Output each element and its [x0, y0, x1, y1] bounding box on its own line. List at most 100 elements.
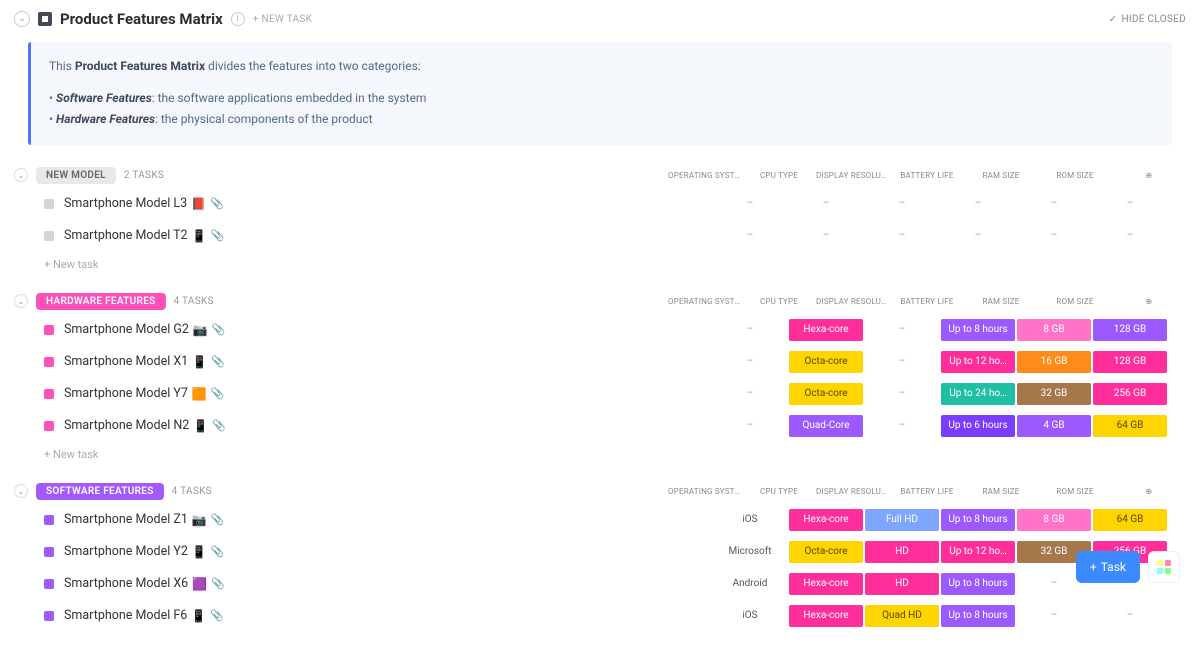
cell-4[interactable]: 16 GB: [1017, 351, 1091, 373]
cell-0[interactable]: –: [713, 319, 787, 341]
column-0[interactable]: OPERATING SYSTEM: [668, 297, 742, 306]
task-row[interactable]: Smartphone Model Y2 📱 📎 MicrosoftOcta-co…: [44, 536, 1186, 568]
cell-2[interactable]: –: [865, 383, 939, 405]
cell-5[interactable]: 256 GB: [1093, 383, 1167, 405]
cell-0[interactable]: –: [713, 193, 787, 215]
column-3[interactable]: BATTERY LIFE: [890, 487, 964, 496]
task-name[interactable]: Smartphone Model L3: [64, 196, 187, 211]
attachment-icon[interactable]: 📎: [210, 609, 224, 622]
cell-3[interactable]: Up to 12 ho…: [941, 351, 1015, 373]
cell-1[interactable]: Octa-core: [789, 541, 863, 563]
cell-0[interactable]: –: [713, 383, 787, 405]
attachment-icon[interactable]: 📎: [211, 387, 225, 400]
hide-closed-toggle[interactable]: ✓ HIDE CLOSED: [1109, 14, 1186, 25]
column-1[interactable]: CPU TYPE: [742, 171, 816, 180]
attachment-icon[interactable]: 📎: [211, 513, 225, 526]
cell-5[interactable]: 128 GB: [1093, 351, 1167, 373]
task-name[interactable]: Smartphone Model G2: [64, 322, 189, 337]
new-task-row[interactable]: + New task: [44, 252, 1186, 277]
new-task-fab[interactable]: +Task: [1076, 551, 1140, 583]
cell-5[interactable]: 128 GB: [1093, 319, 1167, 341]
attachment-icon[interactable]: 📎: [212, 323, 226, 336]
cell-1[interactable]: Hexa-core: [789, 573, 863, 595]
cell-2[interactable]: –: [865, 225, 939, 247]
task-row[interactable]: Smartphone Model Y7 🟧 📎 –Octa-core–Up to…: [44, 378, 1186, 410]
task-row[interactable]: Smartphone Model Z1 📷 📎 iOSHexa-coreFull…: [44, 504, 1186, 536]
group-caret[interactable]: ⌄: [14, 168, 28, 182]
attachment-icon[interactable]: 📎: [212, 419, 226, 432]
attachment-icon[interactable]: 📎: [211, 545, 225, 558]
add-column-button[interactable]: ⊕: [1112, 487, 1186, 496]
column-5[interactable]: ROM SIZE: [1038, 487, 1112, 496]
cell-3[interactable]: Up to 12 ho…: [941, 541, 1015, 563]
cell-4[interactable]: 4 GB: [1017, 415, 1091, 437]
cell-0[interactable]: Android: [713, 573, 787, 595]
column-1[interactable]: CPU TYPE: [742, 487, 816, 496]
task-row[interactable]: Smartphone Model X1 📱 📎 –Octa-core–Up to…: [44, 346, 1186, 378]
cell-0[interactable]: –: [713, 225, 787, 247]
cell-4[interactable]: –: [1017, 193, 1091, 215]
cell-4[interactable]: 32 GB: [1017, 383, 1091, 405]
status-square[interactable]: [44, 389, 54, 399]
attachment-icon[interactable]: 📎: [210, 197, 224, 210]
cell-3[interactable]: Up to 8 hours: [941, 573, 1015, 595]
cell-5[interactable]: 64 GB: [1093, 415, 1167, 437]
cell-0[interactable]: –: [713, 351, 787, 373]
cell-3[interactable]: Up to 8 hours: [941, 319, 1015, 341]
column-3[interactable]: BATTERY LIFE: [890, 171, 964, 180]
cell-3[interactable]: Up to 6 hours: [941, 415, 1015, 437]
cell-4[interactable]: –: [1017, 225, 1091, 247]
task-name[interactable]: Smartphone Model X1: [64, 354, 188, 369]
cell-1[interactable]: –: [789, 225, 863, 247]
attachment-icon[interactable]: 📎: [211, 355, 225, 368]
status-square[interactable]: [44, 515, 54, 525]
status-square[interactable]: [44, 231, 54, 241]
column-0[interactable]: OPERATING SYSTEM: [668, 171, 742, 180]
cell-2[interactable]: Quad HD: [865, 605, 939, 627]
column-4[interactable]: RAM SIZE: [964, 487, 1038, 496]
task-name[interactable]: Smartphone Model N2: [64, 418, 189, 433]
attachment-icon[interactable]: 📎: [211, 229, 225, 242]
cell-2[interactable]: HD: [865, 541, 939, 563]
column-1[interactable]: CPU TYPE: [742, 297, 816, 306]
cell-0[interactable]: –: [713, 415, 787, 437]
group-label[interactable]: SOFTWARE FEATURES: [36, 483, 164, 500]
cell-4[interactable]: 8 GB: [1017, 509, 1091, 531]
cell-2[interactable]: –: [865, 193, 939, 215]
cell-4[interactable]: –: [1017, 605, 1091, 627]
task-name[interactable]: Smartphone Model X6: [64, 576, 188, 591]
column-2[interactable]: DISPLAY RESOLUTION: [816, 297, 890, 306]
task-row[interactable]: Smartphone Model X6 🟪 📎 AndroidHexa-core…: [44, 568, 1186, 600]
cell-5[interactable]: –: [1093, 605, 1167, 627]
cell-5[interactable]: –: [1093, 225, 1167, 247]
cell-1[interactable]: Quad-Core: [789, 415, 863, 437]
status-square[interactable]: [44, 325, 54, 335]
column-3[interactable]: BATTERY LIFE: [890, 297, 964, 306]
status-square[interactable]: [44, 357, 54, 367]
task-name[interactable]: Smartphone Model Z1: [64, 512, 188, 527]
new-task-top[interactable]: + NEW TASK: [253, 14, 312, 25]
cell-3[interactable]: –: [941, 193, 1015, 215]
cell-0[interactable]: Microsoft: [713, 541, 787, 563]
cell-2[interactable]: Full HD: [865, 509, 939, 531]
new-task-row[interactable]: + New task: [44, 442, 1186, 467]
cell-5[interactable]: 64 GB: [1093, 509, 1167, 531]
apps-fab[interactable]: [1148, 551, 1180, 583]
column-5[interactable]: ROM SIZE: [1038, 171, 1112, 180]
group-caret[interactable]: ⌄: [14, 484, 28, 498]
column-2[interactable]: DISPLAY RESOLUTION: [816, 487, 890, 496]
cell-2[interactable]: –: [865, 415, 939, 437]
cell-0[interactable]: iOS: [713, 509, 787, 531]
group-label[interactable]: HARDWARE FEATURES: [36, 293, 166, 310]
status-square[interactable]: [44, 547, 54, 557]
column-4[interactable]: RAM SIZE: [964, 297, 1038, 306]
collapse-list-caret[interactable]: ⌄: [14, 11, 30, 27]
cell-2[interactable]: –: [865, 351, 939, 373]
cell-1[interactable]: Octa-core: [789, 383, 863, 405]
column-5[interactable]: ROM SIZE: [1038, 297, 1112, 306]
task-name[interactable]: Smartphone Model F6: [64, 608, 187, 623]
task-row[interactable]: Smartphone Model N2 📱 📎 –Quad-Core–Up to…: [44, 410, 1186, 442]
cell-3[interactable]: Up to 8 hours: [941, 605, 1015, 627]
cell-1[interactable]: Octa-core: [789, 351, 863, 373]
group-caret[interactable]: ⌄: [14, 294, 28, 308]
